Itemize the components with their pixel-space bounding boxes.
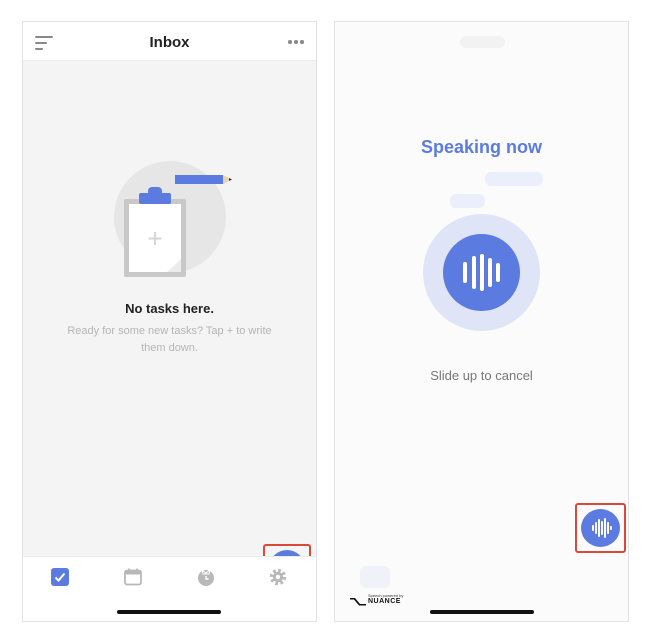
page-title: Inbox bbox=[149, 34, 190, 51]
calendar-icon[interactable] bbox=[123, 567, 143, 587]
speaking-now-title: Speaking now bbox=[420, 137, 543, 157]
checkbox-icon[interactable] bbox=[50, 567, 70, 587]
blurred-bubble-2 bbox=[450, 194, 485, 208]
gear-icon[interactable] bbox=[268, 567, 288, 587]
top-bar: Inbox bbox=[23, 22, 316, 61]
nuance-attribution: Speech powered by NUANCE bbox=[350, 593, 410, 609]
task-list-area: No tasks here. Ready for some new tasks?… bbox=[23, 61, 316, 592]
slide-up-cancel-hint: Slide up to cancel bbox=[430, 368, 533, 383]
voice-input-button[interactable] bbox=[581, 509, 620, 547]
blurred-tab bbox=[360, 566, 390, 588]
blurred-title bbox=[460, 36, 505, 48]
empty-state-title: No tasks here. bbox=[125, 301, 214, 316]
listening-indicator bbox=[423, 214, 540, 331]
sound-wave-icon bbox=[443, 234, 520, 311]
nuance-brand: NUANCE bbox=[368, 598, 401, 605]
empty-clipboard-illustration bbox=[114, 161, 232, 277]
blurred-bubble bbox=[485, 172, 543, 186]
voice-button-highlight bbox=[575, 503, 626, 553]
nuance-logo-icon bbox=[350, 598, 366, 606]
home-indicator bbox=[430, 610, 534, 614]
more-dots-icon[interactable] bbox=[288, 40, 304, 44]
inbox-screen: Inbox No tasks here. Ready for some new … bbox=[22, 21, 317, 622]
bottom-tab-bar bbox=[23, 556, 316, 621]
home-indicator bbox=[117, 610, 221, 614]
pomodoro-icon[interactable] bbox=[196, 567, 216, 587]
voice-input-screen: Speaking now Slide up to cancel Speech p… bbox=[334, 21, 629, 622]
empty-state-subtitle: Ready for some new tasks? Tap + to write… bbox=[67, 325, 272, 354]
